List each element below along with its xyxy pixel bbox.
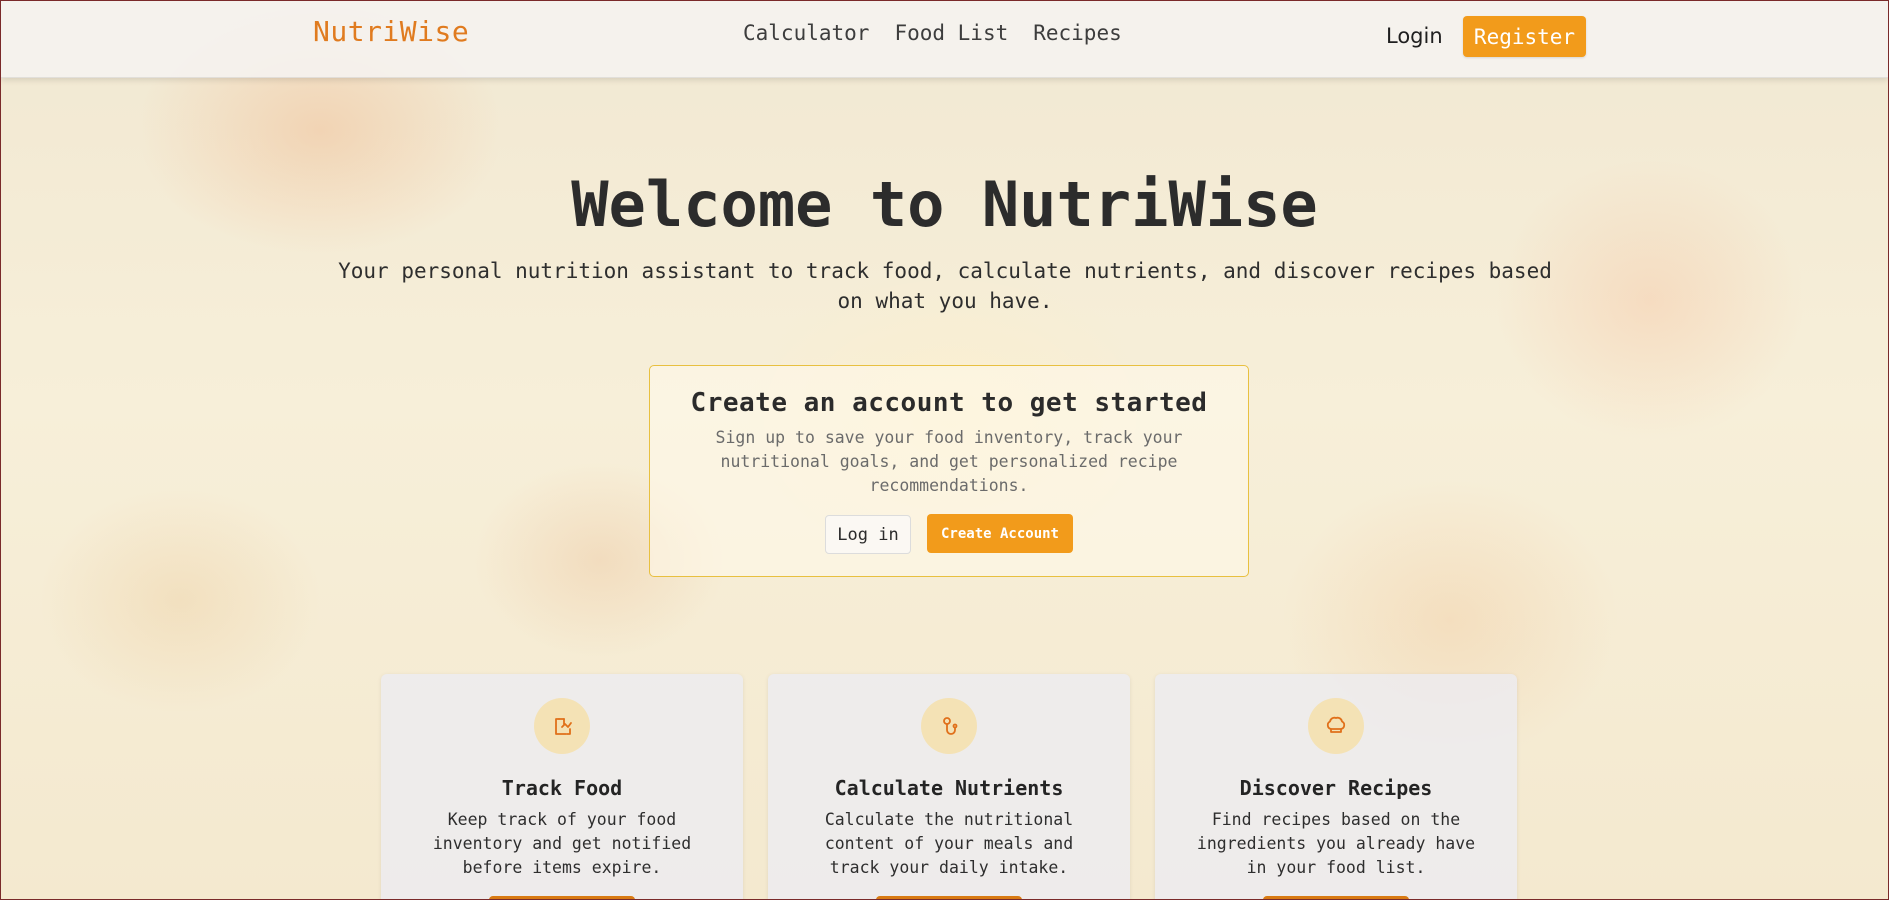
chef-hat-icon: [1308, 698, 1364, 754]
feature-title: Calculate Nutrients: [834, 776, 1064, 800]
clipboard-icon: [534, 698, 590, 754]
feature-card-discover-recipes: Discover Recipes Find recipes based on t…: [1155, 674, 1517, 900]
signup-cta-box: Create an account to get started Sign up…: [649, 365, 1249, 577]
feature-cards: Track Food Keep track of your food inven…: [381, 674, 1517, 900]
feature-card-calculate-nutrients: Calculate Nutrients Calculate the nutrit…: [768, 674, 1130, 900]
feature-button[interactable]: [489, 896, 635, 900]
stethoscope-icon: [921, 698, 977, 754]
feature-button[interactable]: [876, 896, 1022, 900]
brand-logo[interactable]: NutriWise: [313, 15, 469, 48]
feature-description: Keep track of your food inventory and ge…: [432, 810, 692, 877]
nav-link-food-list[interactable]: Food List: [894, 21, 1008, 45]
nav-link-recipes[interactable]: Recipes: [1033, 21, 1122, 45]
nav-register-button[interactable]: Register: [1463, 16, 1586, 57]
cta-title: Create an account to get started: [690, 388, 1208, 418]
nav-link-calculator[interactable]: Calculator: [743, 21, 869, 45]
feature-title: Track Food: [501, 776, 623, 800]
cta-description: Sign up to save your food inventory, tra…: [715, 428, 1183, 495]
feature-description: Find recipes based on the ingredients yo…: [1196, 810, 1476, 877]
hero-subtitle: Your personal nutrition assistant to tra…: [338, 259, 1552, 313]
feature-card-track-food: Track Food Keep track of your food inven…: [381, 674, 743, 900]
feature-button[interactable]: [1263, 896, 1409, 900]
page-title: Welcome to NutriWise: [571, 168, 1318, 241]
create-account-button[interactable]: Create Account: [927, 514, 1073, 553]
feature-description: Calculate the nutritional content of you…: [824, 810, 1074, 877]
cta-buttons: Log in Create Account: [650, 514, 1248, 554]
feature-title: Discover Recipes: [1239, 776, 1433, 800]
nav-login-link[interactable]: Login: [1386, 24, 1443, 48]
main-nav: Calculator Food List Recipes: [743, 21, 1122, 45]
top-navbar: NutriWise Calculator Food List Recipes L…: [1, 1, 1888, 78]
cta-login-button[interactable]: Log in: [825, 515, 911, 554]
